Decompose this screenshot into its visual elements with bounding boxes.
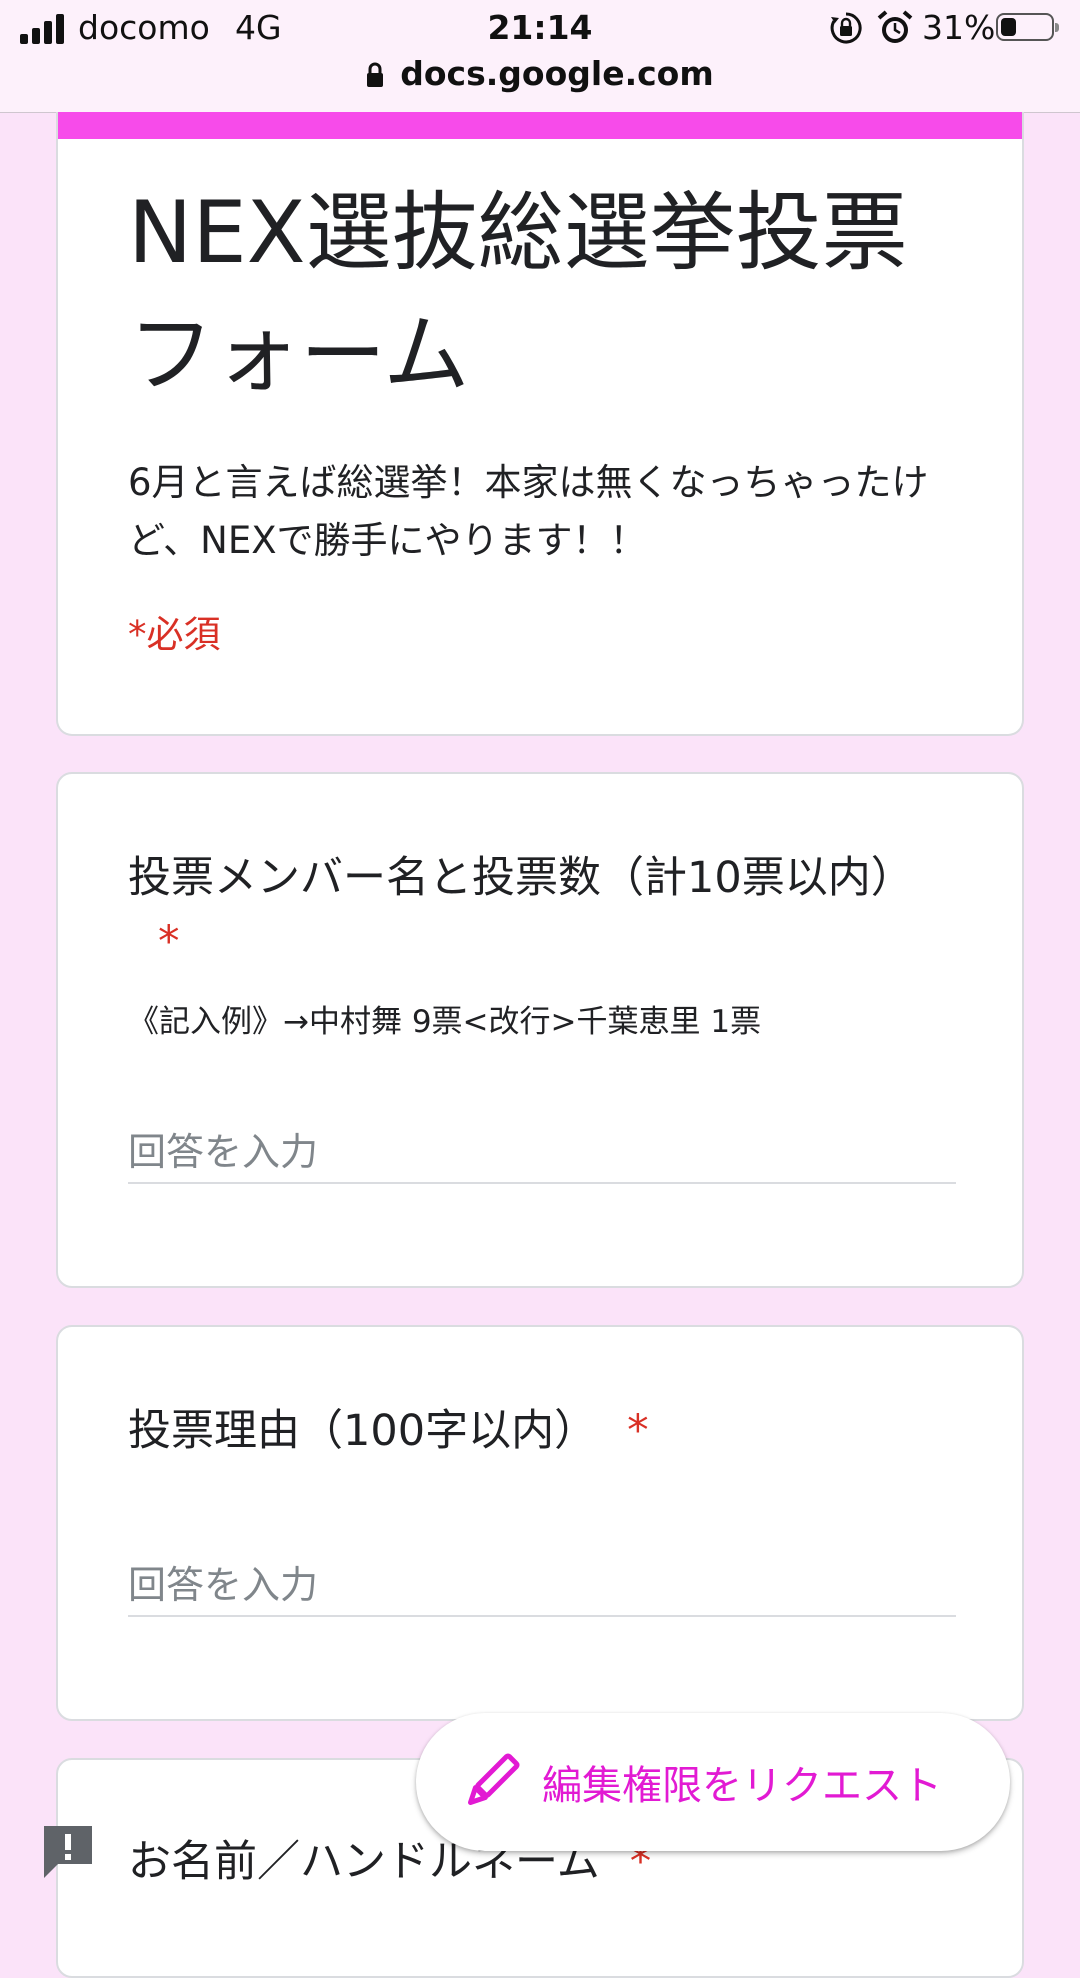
required-asterisk: * [158,917,180,967]
question-title: 投票メンバー名と投票数（計10票以内）* [128,853,914,967]
theme-accent-bar [58,112,1022,139]
form-title: NEX選抜総選挙投票フォーム [128,183,908,405]
required-asterisk: * [627,1406,649,1456]
battery-icon [996,13,1059,41]
required-note: *必須 [128,613,221,656]
lock-icon [367,62,384,87]
answer-input-reason[interactable] [128,1555,956,1617]
question-card-reason: 投票理由（100字以内） * [56,1325,1024,1721]
alarm-icon [877,10,913,43]
url-text: docs.google.com [400,54,714,93]
pencil-icon [467,1753,520,1806]
question-card-votes: 投票メンバー名と投票数（計10票以内）* 《記入例》→中村舞 9票<改行>千葉恵… [56,772,1024,1288]
request-edit-access-button[interactable]: 編集権限をリクエスト [416,1713,1010,1851]
battery-percent: 31% [922,8,996,47]
answer-input-votes[interactable] [128,1122,956,1184]
form-header-card: NEX選抜総選挙投票フォーム 6月と言えば総選挙！本家は無くなっちゃったけど、N… [56,112,1024,736]
question-help-text: 《記入例》→中村舞 9票<改行>千葉恵里 1票 [128,1004,762,1040]
battery-level-fill [1001,18,1016,36]
status-bar: docomo 4G 21:14 31% docs.google.com [0,0,1080,113]
address-bar[interactable]: docs.google.com [0,54,1080,93]
report-problem-icon[interactable] [40,1822,96,1880]
form-description: 6月と言えば総選挙！本家は無くなっちゃったけど、NEXで勝手にやります！！ [128,461,929,562]
clock: 21:14 [487,8,593,47]
rotation-lock-icon [830,12,862,44]
question-title: 投票理由（100字以内） * [128,1406,649,1456]
request-edit-access-label: 編集権限をリクエスト [542,1763,942,1809]
